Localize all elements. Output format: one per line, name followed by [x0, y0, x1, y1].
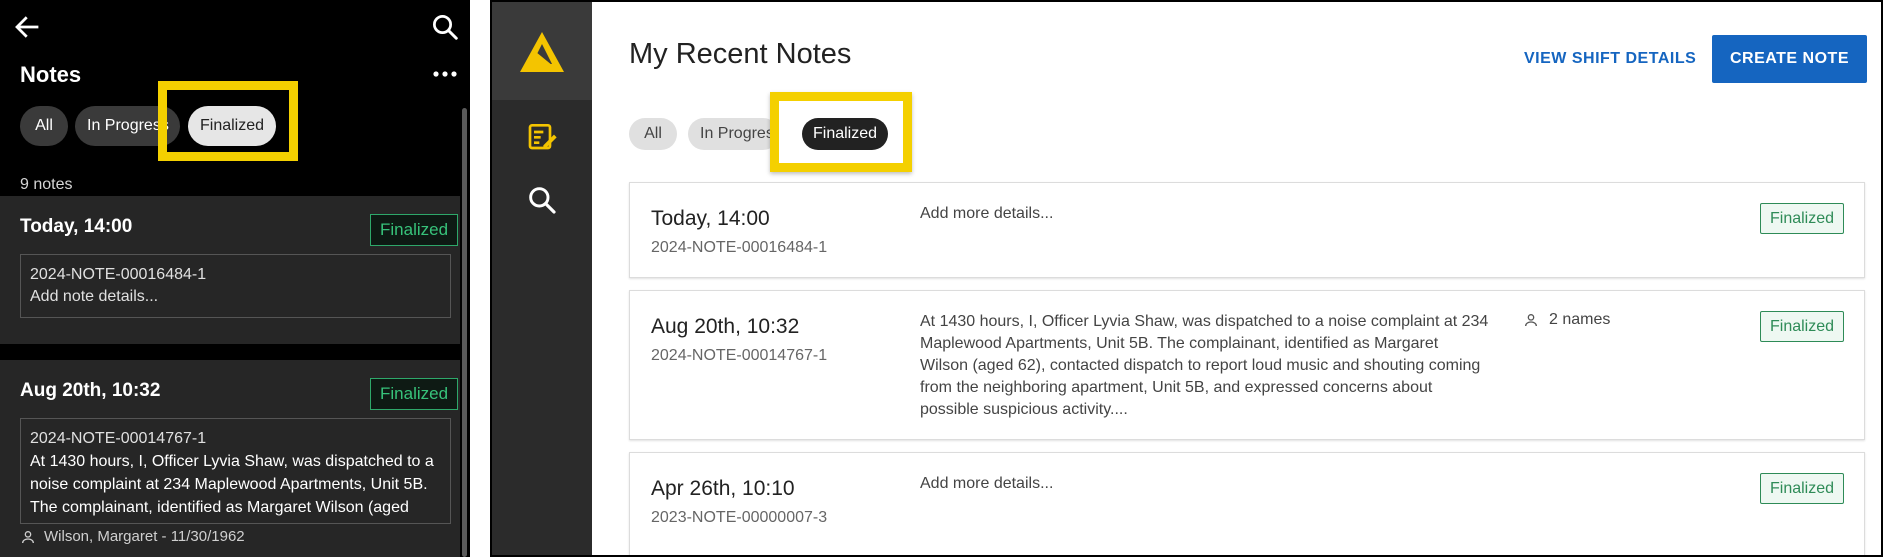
- note-date: Aug 20th, 10:32: [20, 380, 161, 401]
- status-badge: Finalized: [1760, 203, 1845, 234]
- status-badge: Finalized: [1760, 473, 1845, 504]
- nav-rail: [492, 2, 592, 555]
- note-text: At 1430 hours, I, Officer Lyvia Shaw, wa…: [920, 313, 1489, 418]
- note-date: Aug 20th, 10:32: [651, 315, 800, 338]
- divider: [0, 344, 460, 360]
- names-label: 2 names: [1549, 311, 1611, 328]
- logo-area: [492, 2, 592, 100]
- status-badge: Finalized: [370, 378, 459, 410]
- create-note-button[interactable]: CREATE NOTE: [1712, 35, 1867, 83]
- note-details-box[interactable]: 2024-NOTE-00014767-1 At 1430 hours, I, O…: [20, 418, 451, 524]
- note-details-box[interactable]: 2024-NOTE-00016484-1 Add note details...: [20, 254, 451, 318]
- note-card[interactable]: Today, 14:00 Finalized 2024-NOTE-0001648…: [0, 196, 460, 344]
- note-card[interactable]: Apr 26th, 10:10 2023-NOTE-00000007-3 Add…: [629, 452, 1865, 555]
- page-title: Notes: [20, 62, 82, 87]
- filter-chip-all[interactable]: All: [20, 106, 68, 146]
- note-id: 2024-NOTE-00014767-1: [651, 347, 828, 364]
- filter-chip-all[interactable]: All: [629, 118, 677, 150]
- note-text: Add more details...: [920, 475, 1054, 492]
- note-date: Apr 26th, 10:10: [651, 477, 795, 500]
- more-horizontal-icon[interactable]: [430, 64, 460, 84]
- note-date: Today, 14:00: [20, 216, 133, 237]
- highlight-box: [770, 92, 912, 172]
- note-card[interactable]: Aug 20th, 10:32 Finalized 2024-NOTE-0001…: [0, 360, 460, 557]
- note-card[interactable]: Today, 14:00 2024-NOTE-00016484-1 Add mo…: [629, 182, 1865, 278]
- edit-note-icon[interactable]: [526, 120, 558, 152]
- note-text: Add more details...: [920, 205, 1054, 222]
- filter-chip-in-progress[interactable]: In Progress: [688, 118, 779, 150]
- person-name: Wilson, Margaret - 11/30/1962: [44, 528, 245, 545]
- status-badge: Finalized: [370, 214, 459, 246]
- note-id: 2024-NOTE-00016484-1: [30, 266, 207, 283]
- person-icon: [22, 530, 34, 543]
- names-count: 2 names: [1523, 311, 1610, 329]
- note-id: 2023-NOTE-00000007-3: [651, 509, 828, 526]
- arrow-left-icon[interactable]: [12, 12, 42, 42]
- note-card[interactable]: Aug 20th, 10:32 2024-NOTE-00014767-1 At …: [629, 290, 1865, 440]
- view-shift-details-link[interactable]: VIEW SHIFT DETAILS: [1524, 50, 1696, 68]
- search-icon[interactable]: [430, 12, 460, 42]
- scrollbar[interactable]: [462, 108, 467, 557]
- mobile-panel: Notes All In Progress Finalized 9 notes …: [0, 0, 470, 557]
- notes-count: 9 notes: [20, 176, 73, 193]
- search-icon[interactable]: [526, 184, 558, 216]
- highlight-box: [158, 81, 298, 161]
- person-icon: [1525, 314, 1537, 327]
- person-row: Wilson, Margaret - 11/30/1962: [20, 528, 245, 545]
- note-text: Add note details...: [30, 288, 159, 305]
- note-date: Today, 14:00: [651, 207, 770, 230]
- note-id: 2024-NOTE-00014767-1: [30, 430, 207, 447]
- status-badge: Finalized: [1760, 311, 1845, 342]
- desktop-panel: My Recent Notes VIEW SHIFT DETAILS CREAT…: [490, 0, 1883, 557]
- page-title: My Recent Notes: [629, 38, 852, 70]
- note-text: At 1430 hours, I, Officer Lyvia Shaw, wa…: [30, 453, 434, 516]
- triangle-logo-icon: [520, 32, 564, 72]
- note-id: 2024-NOTE-00016484-1: [651, 239, 828, 256]
